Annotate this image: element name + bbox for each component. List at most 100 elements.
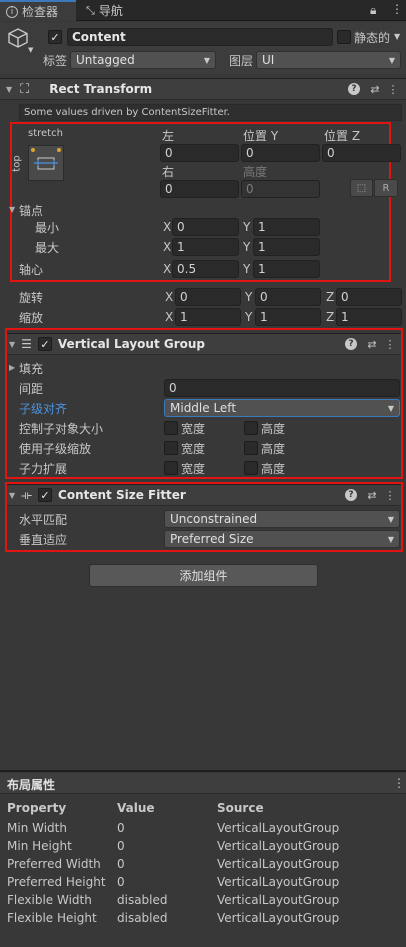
add-component-button[interactable]: 添加组件 [89, 564, 318, 587]
scale-x-field[interactable]: 1 [175, 308, 241, 326]
foldout-arrow-icon[interactable]: ▼ [9, 340, 15, 349]
vertical-layout-group-header[interactable]: ▼ ☰ ✓ Vertical Layout Group ? ⇄ ⋮ [7, 333, 401, 355]
icon-dropdown-arrow-icon[interactable]: ▼ [28, 46, 33, 54]
source-cell: VerticalLayoutGroup [217, 875, 340, 889]
chevron-down-icon: ▼ [203, 55, 210, 65]
child-alignment-value: Middle Left [170, 401, 237, 415]
more-icon[interactable]: ⋮ [393, 776, 405, 790]
more-icon[interactable]: ⋮ [383, 488, 397, 502]
value-cell: 0 [117, 839, 125, 853]
y-label: Y [245, 290, 253, 304]
use-child-scale-height-checkbox[interactable] [244, 441, 258, 455]
table-row: Flexible Height disabled VerticalLayoutG… [7, 909, 402, 927]
foldout-arrow-icon[interactable]: ▼ [6, 85, 12, 94]
property-cell: Min Width [7, 821, 67, 835]
layer-dropdown[interactable]: UI ▼ [256, 51, 401, 69]
vertical-layout-group-title: Vertical Layout Group [57, 337, 206, 351]
vertical-layout-group-enabled-checkbox[interactable]: ✓ [37, 337, 52, 351]
force-expand-height-checkbox[interactable] [244, 461, 258, 475]
child-alignment-dropdown[interactable]: Middle Left ▼ [164, 399, 400, 417]
control-child-height-checkbox[interactable] [244, 421, 258, 435]
foldout-arrow-icon[interactable]: ▼ [9, 491, 15, 500]
preset-icon[interactable]: ⇄ [365, 337, 379, 351]
scale-y-field[interactable]: 1 [255, 308, 321, 326]
control-child-width-checkbox[interactable] [164, 421, 178, 435]
source-cell: VerticalLayoutGroup [217, 821, 340, 835]
chevron-down-icon: ▼ [388, 55, 395, 65]
chevron-down-icon: ▼ [387, 514, 394, 524]
preset-icon[interactable]: ⇄ [368, 82, 382, 96]
content-size-fitter-enabled-checkbox[interactable]: ✓ [38, 488, 53, 502]
anchors-foldout-icon[interactable]: ▼ [9, 205, 15, 214]
width-label: 宽度 [181, 442, 206, 456]
anchor-min-label: 最小 [35, 221, 60, 235]
column-header: Value [117, 801, 155, 815]
anchor-max-y-field[interactable]: 1 [253, 238, 320, 256]
static-dropdown-arrow-icon[interactable]: ▼ [394, 32, 400, 41]
scale-z-field[interactable]: 1 [336, 308, 402, 326]
tab-inspector[interactable]: i 检查器 [0, 0, 76, 21]
name-input[interactable]: Content [67, 28, 333, 46]
help-icon[interactable]: ? [348, 83, 360, 95]
use-child-scale-label: 使用子级缩放 [19, 442, 92, 456]
content-size-fitter-header[interactable]: ▼ ⟛ ✓ Content Size Fitter ? ⇄ ⋮ [7, 484, 401, 506]
padding-label[interactable]: 填充 [19, 360, 43, 377]
pivot-x-field[interactable]: 0.5 [172, 260, 239, 278]
property-cell: Flexible Height [7, 911, 97, 925]
help-icon[interactable]: ? [345, 489, 357, 501]
preset-icon[interactable]: ⇄ [365, 488, 379, 502]
static-label: 静态的 [354, 31, 391, 45]
cube-icon[interactable] [7, 27, 29, 49]
static-checkbox[interactable] [337, 30, 351, 44]
anchor-min-y-field[interactable]: 1 [253, 218, 320, 236]
lock-icon[interactable]: 🔒︎ [370, 3, 376, 18]
source-cell: VerticalLayoutGroup [217, 893, 340, 907]
table-row: Preferred Width 0 VerticalLayoutGroup [7, 855, 402, 873]
pos-y-field[interactable]: 0 [241, 144, 320, 162]
right-label: 右 [162, 165, 175, 179]
source-cell: VerticalLayoutGroup [217, 839, 340, 853]
control-child-size-label: 控制子对象大小 [19, 422, 104, 436]
chevron-down-icon: ▼ [387, 403, 394, 413]
size-fitter-icon: ⟛ [21, 487, 33, 502]
anchor-min-x-field[interactable]: 0 [172, 218, 239, 236]
right-field[interactable]: 0 [160, 180, 239, 198]
z-label: Z [326, 290, 335, 304]
pos-z-field[interactable]: 0 [322, 144, 401, 162]
rotation-label: 旋转 [19, 291, 44, 305]
y-label: Y [243, 220, 251, 234]
child-force-expand-label: 子力扩展 [19, 462, 68, 476]
rotation-x-field[interactable]: 0 [175, 288, 241, 306]
help-icon[interactable]: ? [345, 338, 357, 350]
tab-navigation[interactable]: ⤡ 导航 [80, 0, 140, 21]
use-child-scale-width-checkbox[interactable] [164, 441, 178, 455]
force-expand-width-checkbox[interactable] [164, 461, 178, 475]
anchor-max-x-field[interactable]: 1 [172, 238, 239, 256]
rotation-z-field[interactable]: 0 [336, 288, 402, 306]
tag-dropdown[interactable]: Untagged ▼ [70, 51, 216, 69]
more-icon[interactable]: ⋮ [391, 2, 403, 16]
padding-foldout-icon[interactable]: ▶ [9, 363, 15, 372]
raw-edit-button[interactable]: R [374, 179, 398, 197]
spacing-label: 间距 [19, 382, 44, 396]
horizontal-fit-dropdown[interactable]: Unconstrained ▼ [164, 510, 400, 528]
more-icon[interactable]: ⋮ [386, 82, 400, 96]
tab-bar: i 检查器 ⤡ 导航 🔒︎ ⋮ [0, 0, 406, 21]
x-label: X [163, 240, 172, 254]
vertical-fit-dropdown[interactable]: Preferred Size ▼ [164, 530, 400, 548]
property-cell: Flexible Width [7, 893, 92, 907]
anchor-preset-button[interactable] [28, 145, 64, 181]
width-label: 宽度 [181, 422, 206, 436]
rect-transform-header[interactable]: ▼ ⛶ Rect Transform ? ⇄ ⋮ [0, 78, 406, 100]
active-checkbox[interactable]: ✓ [48, 30, 62, 44]
spacing-field[interactable]: 0 [164, 379, 400, 397]
blueprint-mode-icon[interactable]: ⬚ [350, 179, 373, 197]
more-icon[interactable]: ⋮ [383, 337, 397, 351]
left-field[interactable]: 0 [160, 144, 239, 162]
rotation-y-field[interactable]: 0 [255, 288, 321, 306]
tab-navigation-label: 导航 [98, 4, 123, 18]
pos-y-label: 位置 Y [243, 129, 279, 143]
source-cell: VerticalLayoutGroup [217, 857, 340, 871]
driven-info: Some values driven by ContentSizeFitter. [19, 104, 402, 121]
pivot-y-field[interactable]: 1 [253, 260, 320, 278]
